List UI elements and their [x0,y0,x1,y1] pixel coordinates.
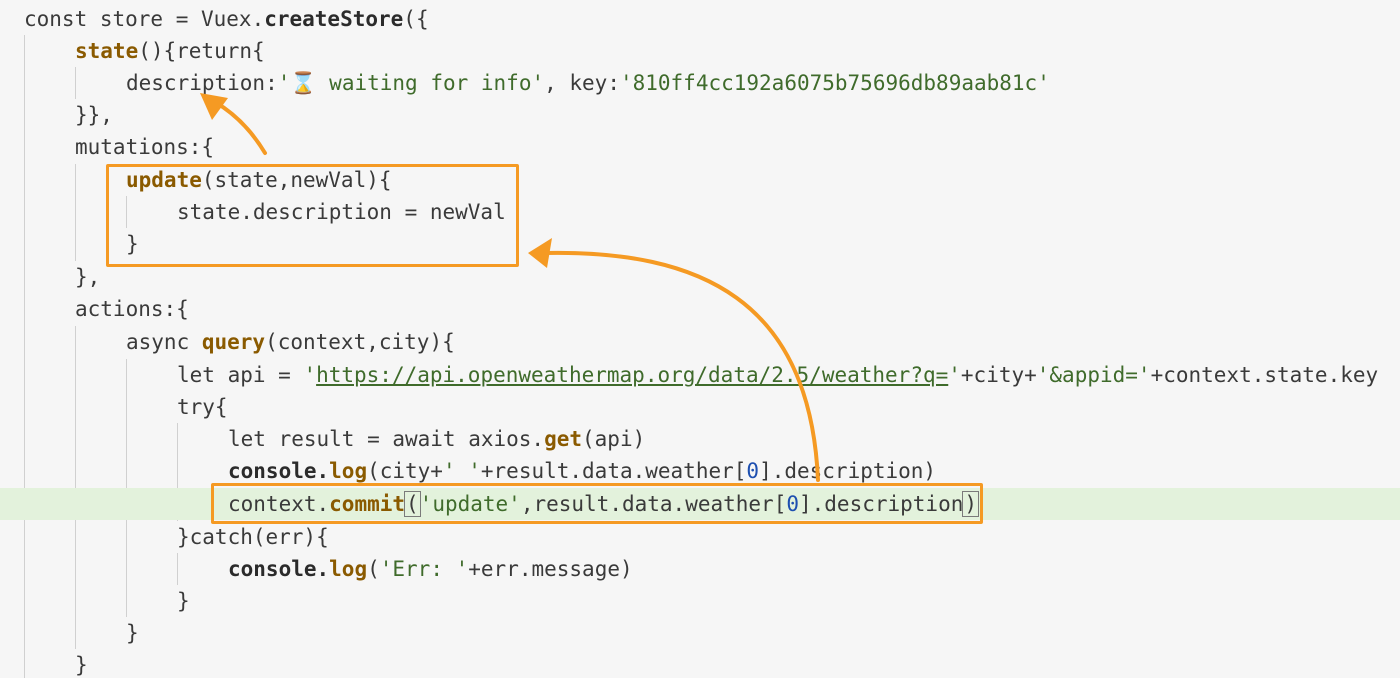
code-token: const store = Vuex. [24,7,265,31]
code-line[interactable]: } [0,617,1400,649]
code-token: async [126,330,202,354]
code-token: get [544,427,583,451]
code-text: mutations:{ [75,131,214,163]
code-token: 'Err: ' [379,557,469,581]
code-token: (city+ [367,459,443,483]
code-line[interactable]: let result = await axios.get(api) [0,423,1400,455]
code-token: actions:{ [75,297,189,321]
code-line[interactable]: state(){return{ [0,35,1400,67]
code-token: +city+ [960,363,1037,387]
code-token: waiting for info' [316,71,545,95]
code-line[interactable]: mutations:{ [0,131,1400,163]
code-token: +err.message) [468,557,633,581]
code-token: +result.data.weather[ [480,459,747,483]
code-token: https://api.openweathermap.org/data/2.5/… [316,363,949,387]
mutation-highlight-box [106,164,519,267]
code-line[interactable]: } [0,649,1400,678]
code-token: query [201,330,266,354]
code-line[interactable]: let api = 'https://api.openweathermap.or… [0,359,1400,391]
code-token: }catch(err){ [177,525,329,549]
code-token: }, [75,265,101,289]
code-token: ' [303,363,317,387]
code-token: (api) [582,427,646,451]
code-token: } [177,589,190,613]
code-token: log [329,557,368,581]
code-token: ' [948,363,961,387]
code-token: ( [367,557,380,581]
commit-highlight-box [211,483,983,524]
code-line[interactable]: actions:{ [0,293,1400,325]
code-line[interactable]: try{ [0,391,1400,423]
code-line[interactable]: description:'⌛ waiting for info', key:'8… [0,67,1400,99]
code-token: '&appid=' [1036,363,1151,387]
code-text: }}, [75,99,113,131]
code-token: '810ff4cc192a6075b75696db89aab81c' [619,71,1050,95]
code-token: try{ [177,395,228,419]
code-line[interactable]: }}, [0,99,1400,131]
code-token: } [75,653,88,677]
code-token: console. [228,459,330,483]
code-text: } [75,649,88,678]
code-token: log [329,459,368,483]
code-text: async query(context,city){ [126,326,455,358]
code-token: +context.state.key [1150,363,1379,387]
code-text: let result = await axios.get(api) [228,423,645,455]
code-line[interactable]: }catch(err){ [0,521,1400,553]
code-text: actions:{ [75,293,189,325]
code-token: ].description) [759,459,937,483]
code-token: let result = await axios. [228,427,545,451]
code-text: }catch(err){ [177,521,329,553]
code-text: try{ [177,391,228,423]
code-token: } [126,621,139,645]
code-token: console. [228,557,330,581]
code-token: ' [277,71,291,95]
code-token: description: [126,71,278,95]
code-line[interactable]: console.log('Err: '+err.message) [0,553,1400,585]
code-editor[interactable]: const store = Vuex.createStore({state(){… [0,0,1400,678]
code-token: createStore [264,7,404,31]
code-text: console.log('Err: '+err.message) [228,553,633,585]
code-line[interactable]: const store = Vuex.createStore({ [0,3,1400,35]
code-text: } [177,585,190,617]
code-token: ' ' [442,459,481,483]
code-line[interactable]: async query(context,city){ [0,326,1400,358]
code-text: const store = Vuex.createStore({ [24,3,429,35]
code-token: let api = [177,363,304,387]
code-text: let api = 'https://api.openweathermap.or… [177,359,1378,391]
code-line[interactable]: } [0,585,1400,617]
code-text: state(){return{ [75,35,265,67]
code-token: state [75,39,139,63]
code-token: , key: [544,71,620,95]
code-token: (context,city){ [265,330,455,354]
code-text: }, [75,261,100,293]
code-token: ⌛ [290,71,317,95]
code-token: 0 [746,459,760,483]
code-token: (){return{ [138,39,265,63]
code-token: ({ [403,7,429,31]
code-text: } [126,617,139,649]
code-text: description:'⌛ waiting for info', key:'8… [126,67,1050,99]
code-token: mutations:{ [75,135,215,159]
code-token: }}, [75,103,113,127]
